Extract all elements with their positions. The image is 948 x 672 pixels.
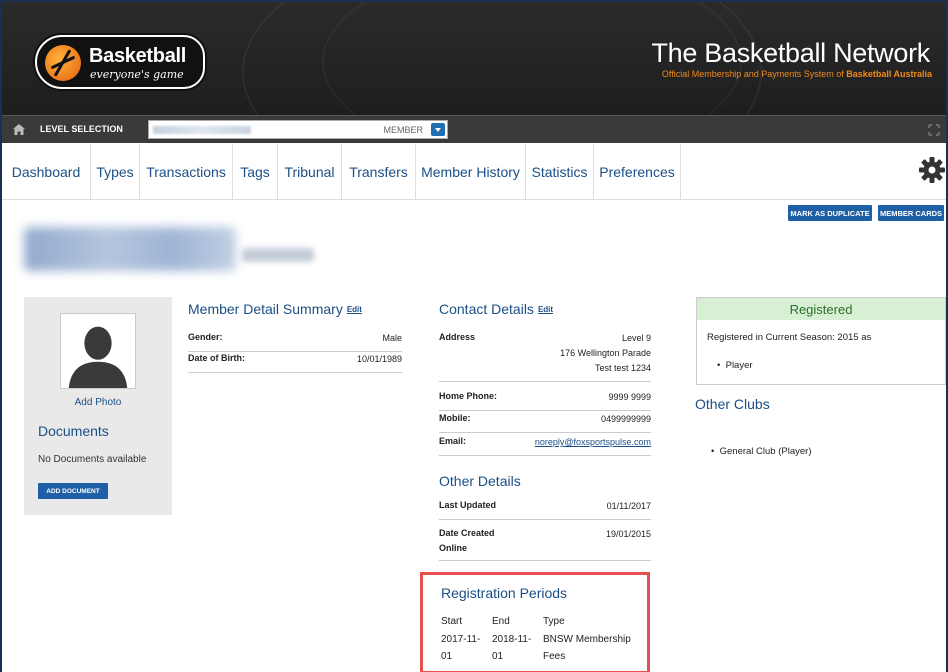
gender-label: Gender:	[188, 332, 223, 342]
brand-subtitle-strong: Basketball Australia	[846, 69, 932, 79]
basketball-logo[interactable]: Basketball everyone's game	[35, 35, 205, 89]
tab-tags[interactable]: Tags	[233, 144, 278, 200]
address-line1: Level 9	[621, 333, 651, 343]
registered-role-text: Player	[725, 360, 753, 371]
site-header: Basketball everyone's game The Basketbal…	[2, 2, 946, 115]
gender-row: Gender: Male	[188, 332, 402, 352]
expand-icon[interactable]	[928, 124, 940, 136]
last-updated-label: Last Updated	[439, 500, 497, 510]
mark-as-duplicate-button[interactable]: MARK AS DUPLICATE	[788, 205, 872, 221]
registration-periods-panel: Registration Periods Start End Type 2017…	[420, 572, 650, 672]
member-name-redacted	[24, 227, 236, 271]
email-row: Email: noreply@foxsportspulse.com	[439, 436, 651, 456]
date-created-label-online: Online	[439, 543, 468, 553]
contact-details-title-text: Contact Details	[439, 301, 534, 317]
address-line2: 176 Wellington Parade	[560, 348, 651, 358]
other-details-title: Other Details	[439, 473, 521, 489]
tab-member-history[interactable]: Member History	[416, 144, 526, 200]
main-nav: Dashboard Types Transactions Tags Tribun…	[2, 144, 946, 200]
add-document-button[interactable]: ADD DOCUMENT	[38, 483, 108, 499]
tab-transfers[interactable]: Transfers	[342, 144, 416, 200]
level-select-value: MEMBER	[383, 125, 423, 135]
documents-empty-text: No Documents available	[38, 454, 147, 465]
other-clubs-title: Other Clubs	[695, 396, 770, 412]
add-photo-link[interactable]: Add Photo	[24, 397, 172, 408]
email-label: Email:	[439, 436, 467, 446]
date-created-label: Date Created	[439, 528, 495, 538]
registration-periods-title: Registration Periods	[441, 585, 568, 601]
registered-role-item: • Player	[717, 360, 753, 371]
member-id-redacted	[242, 248, 314, 262]
home-phone-value: 9999 9999	[608, 392, 651, 402]
member-detail-edit-link[interactable]: Edit	[347, 305, 362, 314]
mobile-label: Mobile:	[439, 413, 471, 423]
rp-type-line2: Fees	[543, 651, 566, 662]
level-selection-bar: LEVEL SELECTION MEMBER	[2, 115, 946, 143]
address-line3: Test test 1234	[594, 363, 651, 373]
rp-start-line1: 2017-11-	[441, 634, 481, 645]
tab-statistics[interactable]: Statistics	[526, 144, 594, 200]
rp-col-end: End	[492, 616, 510, 627]
home-phone-row: Home Phone: 9999 9999	[439, 391, 651, 411]
logo-tagline: everyone's game	[90, 68, 184, 81]
brand-subtitle: Official Membership and Payments System …	[662, 69, 932, 79]
registered-panel: Registered Registered in Current Season:…	[696, 297, 946, 385]
home-icon[interactable]	[12, 123, 26, 136]
registered-status-badge: Registered	[697, 298, 945, 320]
contact-details-title: Contact Details Edit	[439, 301, 553, 317]
mobile-value: 0499999999	[600, 414, 651, 424]
tab-transactions[interactable]: Transactions	[140, 144, 233, 200]
gender-value: Male	[382, 333, 402, 343]
member-photo	[60, 313, 136, 389]
member-cards-button[interactable]: MEMBER CARDS	[878, 205, 944, 221]
mobile-row: Mobile: 0499999999	[439, 413, 651, 433]
brand-title: The Basketball Network	[651, 38, 930, 68]
rp-col-type: Type	[543, 616, 565, 627]
member-detail-title: Member Detail Summary Edit	[188, 301, 362, 317]
tab-dashboard[interactable]: Dashboard	[2, 144, 91, 200]
avatar-placeholder-icon	[61, 314, 135, 388]
address-label: Address	[439, 332, 476, 342]
logo-name: Basketball	[89, 45, 187, 67]
email-link[interactable]: noreply@foxsportspulse.com	[535, 436, 651, 449]
dropdown-icon[interactable]	[431, 123, 445, 136]
tab-tribunal[interactable]: Tribunal	[278, 144, 342, 200]
home-phone-label: Home Phone:	[439, 391, 498, 401]
rp-start-line2: 01	[441, 651, 453, 662]
date-created-value: 19/01/2015	[605, 529, 651, 539]
documents-title: Documents	[38, 423, 109, 439]
redacted-level-text	[153, 126, 251, 134]
registered-season-text: Registered in Current Season: 2015 as	[707, 332, 872, 343]
photo-documents-panel: Add Photo Documents No Documents availab…	[24, 297, 172, 515]
tab-types[interactable]: Types	[91, 144, 140, 200]
dob-row: Date of Birth: 10/01/1989	[188, 353, 402, 373]
gear-icon[interactable]	[918, 156, 946, 184]
brand-subtitle-prefix: Official Membership and Payments System …	[661, 69, 847, 79]
last-updated-row: Last Updated 01/11/2017	[439, 500, 651, 520]
app-window: Basketball everyone's game The Basketbal…	[0, 0, 948, 672]
basketball-icon	[45, 45, 81, 81]
contact-details-edit-link[interactable]: Edit	[538, 305, 553, 314]
rp-end-line1: 2018-11-	[492, 634, 532, 645]
rp-type-line1: BNSW Membership	[543, 634, 631, 645]
address-row: Address Level 9 176 Wellington Parade Te…	[439, 332, 651, 382]
member-detail-title-text: Member Detail Summary	[188, 301, 343, 317]
last-updated-value: 01/11/2017	[606, 501, 651, 511]
level-selection-label: LEVEL SELECTION	[40, 124, 123, 134]
rp-col-start: Start	[441, 616, 463, 627]
tab-preferences[interactable]: Preferences	[594, 144, 681, 200]
dob-value: 10/01/1989	[356, 354, 402, 364]
other-club-text: General Club (Player)	[719, 446, 812, 457]
date-created-row: Date Created Online 19/01/2015	[439, 528, 651, 561]
level-select[interactable]: MEMBER	[148, 120, 448, 139]
other-club-item: • General Club (Player)	[711, 446, 812, 457]
rp-end-line2: 01	[492, 651, 504, 662]
dob-label: Date of Birth:	[188, 353, 245, 363]
